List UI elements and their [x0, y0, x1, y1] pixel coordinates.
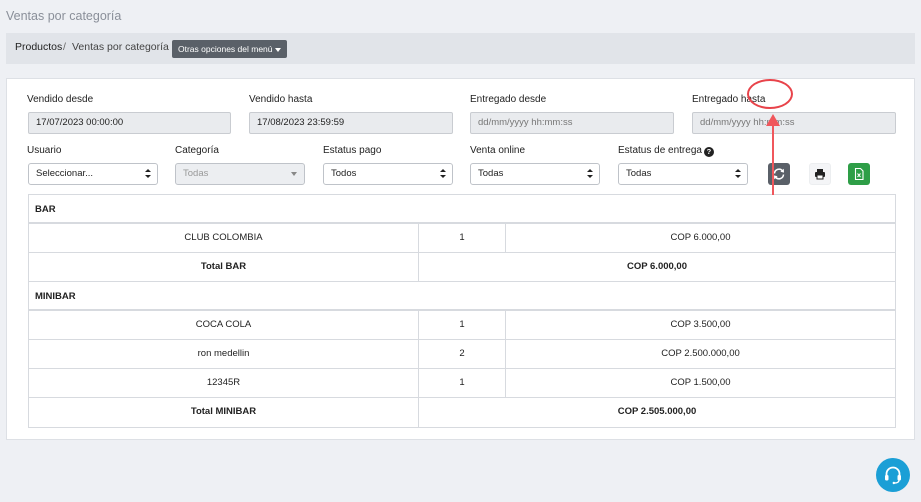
support-chat-button[interactable] — [876, 458, 910, 492]
annotation-arrow — [772, 120, 774, 195]
estatus-entrega-select-value: Todas — [626, 168, 652, 179]
total-label: Total MINIBAR — [190, 406, 257, 417]
category-name: MINIBAR — [35, 291, 76, 302]
headset-icon — [885, 466, 901, 485]
select-arrows-icon — [587, 169, 593, 179]
category-header-row: MINIBAR — [29, 282, 895, 311]
breadcrumb-separator: / — [63, 41, 66, 53]
report-card: Vendido desde Vendido hasta Entregado de… — [6, 78, 915, 440]
categoria-select: Todas — [175, 163, 305, 185]
table-row: 12345R 1 COP 1.500,00 — [29, 369, 895, 398]
amount-cell: COP 6.000,00 — [505, 224, 895, 252]
venta-online-select[interactable]: Todas — [470, 163, 600, 185]
estatus-entrega-label-wrap: Estatus de entrega? — [618, 145, 714, 157]
help-icon[interactable]: ? — [703, 147, 714, 157]
table-row: ron medellin 2 COP 2.500.000,00 — [29, 340, 895, 369]
product-cell: ron medellin — [197, 348, 250, 359]
quantity-cell: 1 — [418, 311, 505, 339]
entregado-desde-input[interactable]: dd/mm/yyyy hh:mm:ss — [470, 112, 674, 134]
caret-down-icon — [274, 47, 281, 52]
sales-report-table: BAR CLUB COLOMBIA 1 COP 6.000,00 Total BAR CO… — [28, 194, 896, 428]
usuario-select[interactable]: Seleccionar... — [28, 163, 158, 185]
estatus-pago-select[interactable]: Todos — [323, 163, 453, 185]
breadcrumb-productos-link[interactable]: Productos — [15, 41, 62, 53]
vendido-desde-label: Vendido desde — [27, 94, 94, 105]
total-amount: COP 2.505.000,00 — [418, 398, 895, 427]
select-arrows-icon — [440, 169, 446, 179]
estatus-pago-select-value: Todos — [331, 168, 357, 179]
category-total-row: Total MINIBAR COP 2.505.000,00 — [29, 398, 895, 427]
total-amount: COP 6.000,00 — [418, 253, 895, 281]
entregado-hasta-input[interactable]: dd/mm/yyyy hh:mm:ss — [692, 112, 896, 134]
venta-online-select-value: Todas — [478, 168, 504, 179]
other-options-menu-button[interactable]: Otras opciones del menú — [172, 40, 287, 58]
categoria-label: Categoría — [175, 145, 219, 156]
product-cell: COCA COLA — [195, 319, 252, 330]
entregado-desde-label: Entregado desde — [470, 94, 547, 105]
table-row: CLUB COLOMBIA 1 COP 6.000,00 — [29, 224, 895, 253]
amount-cell: COP 3.500,00 — [505, 311, 895, 339]
select-arrows-icon — [735, 169, 741, 179]
printer-icon — [815, 169, 825, 180]
table-row: COCA COLA 1 COP 3.500,00 — [29, 311, 895, 340]
category-name: BAR — [35, 204, 56, 215]
quantity-cell: 1 — [418, 224, 505, 252]
quantity-cell: 1 — [418, 369, 505, 397]
breadcrumb: Productos / Ventas por categoría Otras o… — [6, 33, 915, 64]
categoria-select-value: Todas — [183, 168, 209, 179]
page-title: Ventas por categoría — [6, 9, 122, 23]
vendido-desde-input[interactable]: 17/07/2023 00:00:00 — [28, 112, 231, 134]
select-arrows-icon — [145, 169, 151, 179]
category-total-row: Total BAR COP 6.000,00 — [29, 253, 895, 282]
usuario-label: Usuario — [27, 145, 62, 156]
vendido-hasta-label: Vendido hasta — [249, 94, 313, 105]
category-header-row: BAR — [29, 195, 895, 224]
estatus-pago-label: Estatus pago — [323, 145, 382, 156]
other-options-label: Otras opciones del menú — [178, 44, 273, 54]
product-cell: CLUB COLOMBIA — [184, 232, 263, 243]
excel-file-icon — [854, 167, 864, 181]
estatus-entrega-label: Estatus de entrega — [618, 145, 702, 156]
chevron-down-icon — [291, 172, 297, 176]
quantity-cell: 2 — [418, 340, 505, 368]
print-button[interactable] — [809, 163, 831, 185]
venta-online-label: Venta online — [470, 145, 526, 156]
usuario-select-value: Seleccionar... — [36, 168, 94, 179]
estatus-entrega-select[interactable]: Todas — [618, 163, 748, 185]
vendido-hasta-input[interactable]: 17/08/2023 23:59:59 — [249, 112, 453, 134]
amount-cell: COP 1.500,00 — [505, 369, 895, 397]
highlight-ring — [747, 79, 793, 109]
breadcrumb-current: Ventas por categoría — [72, 41, 169, 53]
product-cell: 12345R — [206, 377, 241, 388]
amount-cell: COP 2.500.000,00 — [505, 340, 895, 368]
export-excel-button[interactable] — [848, 163, 870, 185]
total-label: Total BAR — [200, 261, 247, 272]
